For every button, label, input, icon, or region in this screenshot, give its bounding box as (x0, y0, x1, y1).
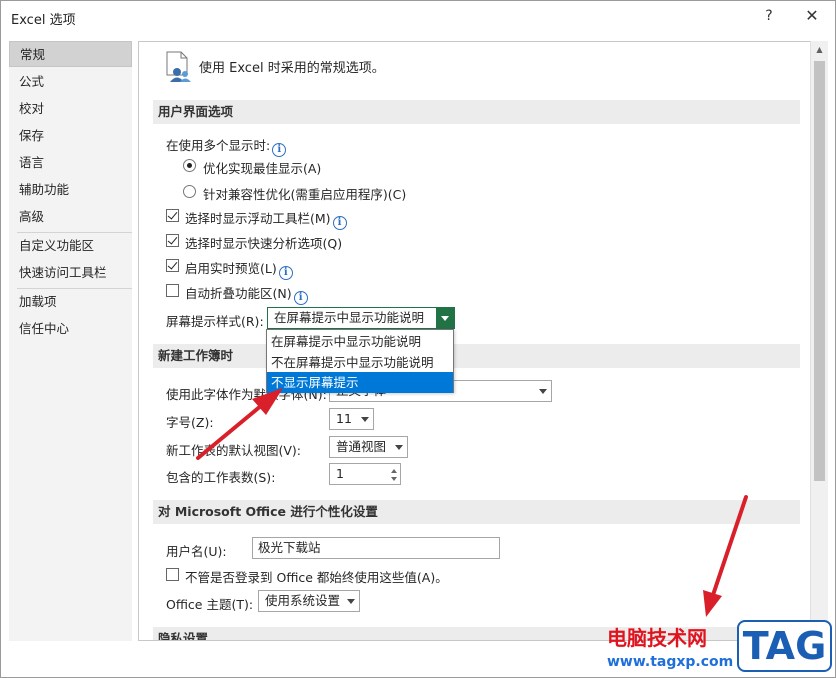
username-input[interactable]: 极光下载站 (252, 537, 500, 559)
excel-options-dialog: Excel 选项 ? ✕ 常规 公式 校对 保存 语言 辅助功能 高级 自定义功… (0, 0, 836, 678)
section-user-interface-options: 用户界面选项 (153, 100, 800, 124)
watermark-site-name: 电脑技术网 (607, 626, 707, 650)
sidebar-item-advanced[interactable]: 高级 (9, 204, 132, 230)
spin-up-icon[interactable] (391, 469, 397, 473)
radio-optimize-best[interactable] (183, 159, 196, 172)
quick-analysis-label: 选择时显示快速分析选项(Q) (185, 236, 343, 251)
watermark-url: www.tagxp.com (607, 654, 734, 670)
screentip-option-none[interactable]: 不显示屏幕提示 (267, 372, 453, 393)
screentip-style-dropdown-list: 在屏幕提示中显示功能说明 不在屏幕提示中显示功能说明 不显示屏幕提示 (266, 329, 454, 393)
scrollbar-thumb[interactable] (814, 61, 825, 481)
font-size-label: 字号(Z): (166, 415, 214, 430)
info-icon: i (278, 266, 293, 280)
close-button[interactable]: ✕ (801, 5, 823, 27)
chevron-down-icon[interactable] (436, 308, 454, 328)
screentip-style-label: 屏幕提示样式(R): (166, 314, 264, 329)
screentip-style-select[interactable]: 在屏幕提示中显示功能说明 (267, 307, 455, 329)
chevron-down-icon (361, 417, 369, 422)
sidebar-item-general[interactable]: 常规 (9, 41, 132, 67)
sidebar-item-language[interactable]: 语言 (9, 150, 132, 176)
title-bar: Excel 选项 ? ✕ (1, 1, 835, 33)
info-icon: i (272, 143, 287, 157)
sidebar-item-formulas[interactable]: 公式 (9, 69, 132, 95)
panel-header: 使用 Excel 时采用的常规选项。 (199, 61, 385, 76)
info-icon: i (332, 216, 347, 230)
radio-optimize-best-label: 优化实现最佳显示(A) (203, 161, 322, 176)
options-sidebar: 常规 公式 校对 保存 语言 辅助功能 高级 自定义功能区 快速访问工具栏 加载… (9, 41, 132, 641)
office-theme-value: 使用系统设置 (265, 593, 341, 608)
radio-optimize-compat[interactable] (183, 185, 196, 198)
default-view-value: 普通视图 (336, 439, 387, 454)
sheet-count-value: 1 (336, 466, 344, 481)
checkbox-always-use-values[interactable] (166, 568, 179, 581)
section-personalize-office: 对 Microsoft Office 进行个性化设置 (153, 500, 800, 524)
sidebar-item-save[interactable]: 保存 (9, 123, 132, 149)
general-options-panel: 使用 Excel 时采用的常规选项。 用户界面选项 在使用多个显示时: i 优化实… (138, 41, 811, 641)
sidebar-item-accessibility[interactable]: 辅助功能 (9, 177, 132, 203)
office-theme-label: Office 主题(T): (166, 597, 254, 612)
username-label: 用户名(U): (166, 544, 227, 559)
live-preview-label: 启用实时预览(L) i (185, 258, 293, 280)
sidebar-item-customize-ribbon[interactable]: 自定义功能区 (9, 233, 132, 259)
vertical-scrollbar[interactable]: ▲ (810, 41, 828, 641)
checkbox-collapse-ribbon[interactable] (166, 284, 179, 297)
always-use-values-label: 不管是否登录到 Office 都始终使用这些值(A)。 (185, 570, 448, 585)
collapse-ribbon-label: 自动折叠功能区(N) i (185, 283, 308, 305)
font-size-value: 11 (336, 411, 352, 426)
font-size-select[interactable]: 11 (329, 408, 374, 430)
section-new-workbook: 新建工作簿时 (153, 344, 800, 368)
checkbox-mini-toolbar[interactable] (166, 209, 179, 222)
info-icon: i (293, 291, 308, 305)
chevron-down-icon (347, 599, 355, 604)
multi-display-label: 在使用多个显示时: i (166, 135, 287, 157)
sidebar-item-quick-access-toolbar[interactable]: 快速访问工具栏 (9, 260, 132, 286)
sheet-count-spinner[interactable]: 1 (329, 463, 401, 485)
scroll-up-icon[interactable]: ▲ (811, 41, 828, 58)
dialog-title: Excel 选项 (11, 13, 76, 28)
watermark-tag-logo: TAG (737, 620, 832, 672)
checkbox-quick-analysis[interactable] (166, 234, 179, 247)
checkbox-live-preview[interactable] (166, 259, 179, 272)
spin-down-icon[interactable] (391, 477, 397, 481)
help-button[interactable]: ? (758, 5, 780, 27)
office-theme-select[interactable]: 使用系统设置 (258, 590, 360, 612)
screentip-option-hide-descriptions[interactable]: 不在屏幕提示中显示功能说明 (267, 352, 453, 373)
mini-toolbar-label: 选择时显示浮动工具栏(M) i (185, 208, 347, 230)
default-view-select[interactable]: 普通视图 (329, 436, 408, 458)
general-options-icon (166, 51, 191, 82)
screentip-style-value: 在屏幕提示中显示功能说明 (274, 310, 425, 325)
chevron-down-icon (395, 445, 403, 450)
sidebar-item-trust-center[interactable]: 信任中心 (9, 316, 132, 342)
sheet-count-label: 包含的工作表数(S): (166, 470, 276, 485)
chevron-down-icon (539, 389, 547, 394)
screentip-option-show-descriptions[interactable]: 在屏幕提示中显示功能说明 (267, 331, 453, 352)
sidebar-item-add-ins[interactable]: 加载项 (9, 289, 132, 315)
default-view-label: 新工作表的默认视图(V): (166, 443, 302, 458)
sidebar-item-proofing[interactable]: 校对 (9, 96, 132, 122)
radio-optimize-compat-label: 针对兼容性优化(需重启应用程序)(C) (203, 187, 407, 202)
watermark-tag-text: TAG (742, 624, 827, 668)
